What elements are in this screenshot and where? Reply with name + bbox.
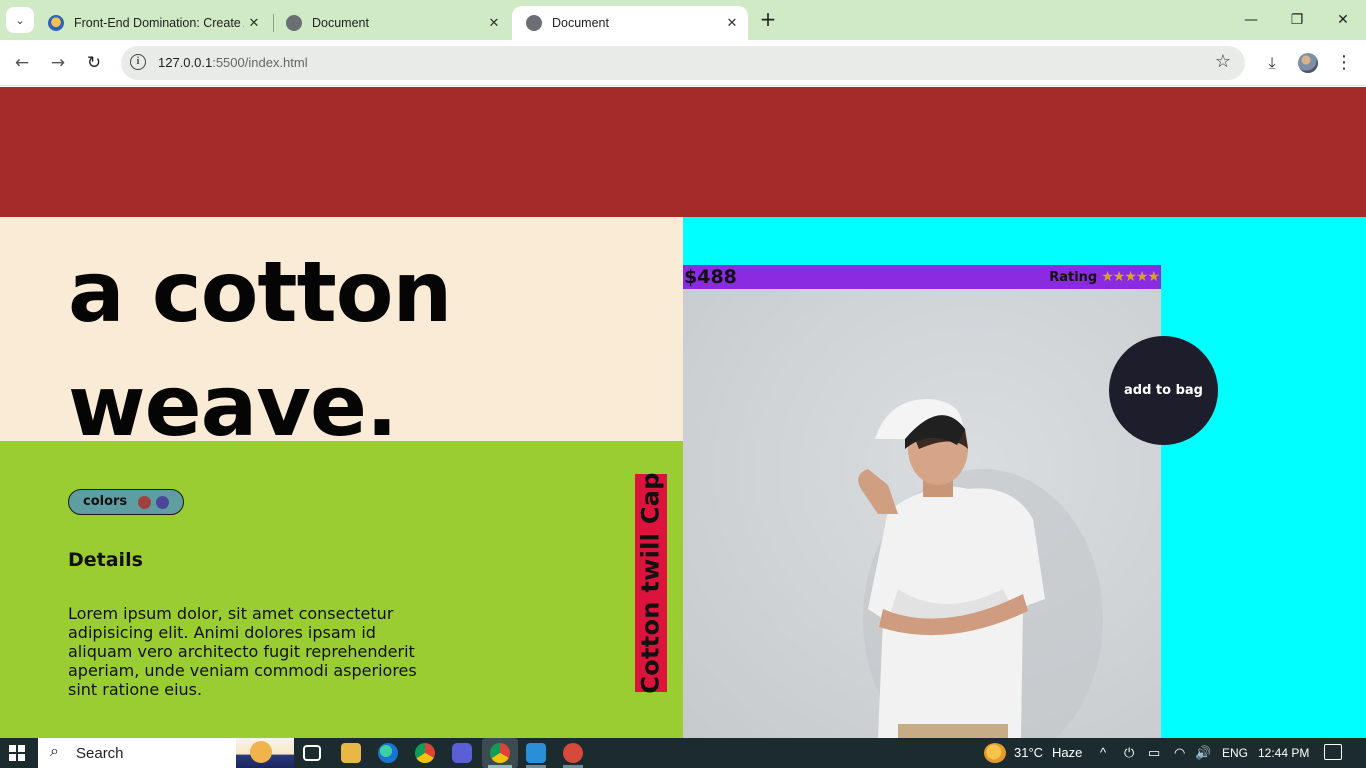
hero-line-1: a cotton bbox=[68, 243, 452, 341]
file-explorer-icon[interactable] bbox=[341, 743, 361, 763]
chrome-window-icon[interactable] bbox=[490, 743, 510, 763]
menu-kebab-icon[interactable]: ⋮ bbox=[1334, 51, 1354, 75]
clock[interactable]: 12:44 PM bbox=[1258, 746, 1309, 760]
taskbar-search-label: Search bbox=[76, 745, 124, 762]
close-window-button[interactable]: ✕ bbox=[1320, 6, 1366, 34]
add-to-bag-button[interactable]: add to bag bbox=[1109, 336, 1218, 445]
card-header: $488 Rating ★★★★★ bbox=[683, 265, 1161, 289]
windows-taskbar: ⌕ Search 31°C Haze ^ ⏻ ▭ ◠ 🔊 ENG 12:44 P… bbox=[0, 738, 1366, 768]
tab-strip: ⌄ Front-End Domination: Create A ✕ Docum… bbox=[0, 0, 1366, 40]
app-icon[interactable] bbox=[563, 743, 583, 763]
product-photo bbox=[683, 289, 1161, 738]
star-rating-icon: ★★★★★ bbox=[1101, 269, 1160, 285]
close-tab-icon[interactable]: ✕ bbox=[722, 15, 742, 31]
color-swatch-red[interactable] bbox=[138, 496, 151, 509]
search-highlight-sun bbox=[250, 741, 272, 763]
edge-browser-icon[interactable] bbox=[378, 743, 398, 763]
reload-button[interactable]: ↻ bbox=[82, 51, 106, 75]
top-band bbox=[0, 87, 1366, 217]
tab-document[interactable]: Document ✕ bbox=[272, 6, 510, 40]
back-button[interactable]: ← bbox=[10, 51, 34, 75]
maximize-button[interactable]: ❐ bbox=[1274, 6, 1320, 34]
globe-icon bbox=[526, 15, 542, 31]
taskbar-search[interactable]: ⌕ Search bbox=[38, 738, 294, 768]
chevron-down-icon: ⌄ bbox=[15, 13, 25, 27]
language-indicator[interactable]: ENG bbox=[1222, 746, 1248, 760]
details-text: Lorem ipsum dolor, sit amet consectetur … bbox=[68, 604, 417, 699]
windows-start-icon[interactable] bbox=[9, 745, 25, 761]
site-info-icon[interactable]: i bbox=[130, 54, 146, 70]
colors-label: colors bbox=[83, 494, 128, 509]
app-icon[interactable] bbox=[452, 743, 472, 763]
weather-sun-icon[interactable] bbox=[984, 743, 1006, 763]
url-path: :5500/index.html bbox=[212, 55, 308, 70]
forward-button[interactable]: → bbox=[46, 51, 70, 75]
details-heading: Details bbox=[68, 549, 143, 571]
profile-avatar[interactable] bbox=[1298, 53, 1318, 73]
url-text[interactable]: 127.0.0.1:5500/index.html bbox=[158, 55, 308, 70]
task-view-icon[interactable] bbox=[303, 745, 321, 761]
tab-title: Document bbox=[312, 16, 369, 30]
tab-front-end-domination[interactable]: Front-End Domination: Create A ✕ bbox=[34, 6, 270, 40]
browser-toolbar: ← → ↻ i 127.0.0.1:5500/index.html ☆ ⤓ ⋮ bbox=[0, 40, 1366, 86]
url-host: 127.0.0.1 bbox=[158, 55, 213, 70]
tab-search-button[interactable]: ⌄ bbox=[6, 7, 34, 33]
volume-icon[interactable]: 🔊 bbox=[1195, 745, 1211, 761]
chrome-icon[interactable] bbox=[415, 743, 435, 763]
hero-heading: a cotton weave. bbox=[68, 235, 452, 463]
bookmark-star-icon[interactable]: ☆ bbox=[1215, 51, 1231, 72]
rating: Rating ★★★★★ bbox=[1049, 269, 1160, 285]
color-swatch-blue[interactable] bbox=[156, 496, 169, 509]
download-icon[interactable]: ⤓ bbox=[1261, 51, 1283, 75]
tab-title: Document bbox=[552, 16, 609, 30]
weather-desc[interactable]: Haze bbox=[1052, 745, 1082, 760]
hero-line-2: weave. bbox=[68, 357, 398, 455]
product-name-label: Cotton twill Cap bbox=[635, 472, 667, 694]
model-wearing-cap-image bbox=[858, 399, 1103, 738]
battery-icon[interactable]: ▭ bbox=[1148, 745, 1160, 761]
codepen-favicon-icon bbox=[48, 15, 64, 31]
new-tab-button[interactable]: + bbox=[756, 8, 780, 32]
search-icon: ⌕ bbox=[50, 743, 59, 760]
vscode-icon[interactable] bbox=[526, 743, 546, 763]
tab-title: Front-End Domination: Create A bbox=[74, 16, 244, 30]
tab-document-active[interactable]: Document ✕ bbox=[512, 6, 748, 40]
notification-icon[interactable] bbox=[1324, 744, 1342, 760]
wifi-icon[interactable]: ◠ bbox=[1174, 745, 1185, 761]
weather-temp[interactable]: 31°C bbox=[1014, 745, 1043, 760]
close-tab-icon[interactable]: ✕ bbox=[244, 15, 264, 31]
address-bar[interactable]: i 127.0.0.1:5500/index.html ☆ bbox=[121, 46, 1245, 80]
product-name: Cotton twill Cap bbox=[637, 472, 666, 694]
web-page: a cotton weave. colors Details Lorem ips… bbox=[0, 87, 1366, 738]
product-price: $488 bbox=[684, 266, 737, 288]
meet-now-icon[interactable]: ⏻ bbox=[1124, 745, 1134, 761]
globe-icon bbox=[286, 15, 302, 31]
rating-label: Rating bbox=[1049, 269, 1098, 285]
tray-expand-icon[interactable]: ^ bbox=[1100, 745, 1106, 760]
close-tab-icon[interactable]: ✕ bbox=[484, 15, 504, 31]
product-card: $488 Rating ★★★★★ bbox=[683, 265, 1161, 738]
colors-selector: colors bbox=[68, 489, 184, 515]
minimize-button[interactable]: — bbox=[1228, 6, 1274, 34]
